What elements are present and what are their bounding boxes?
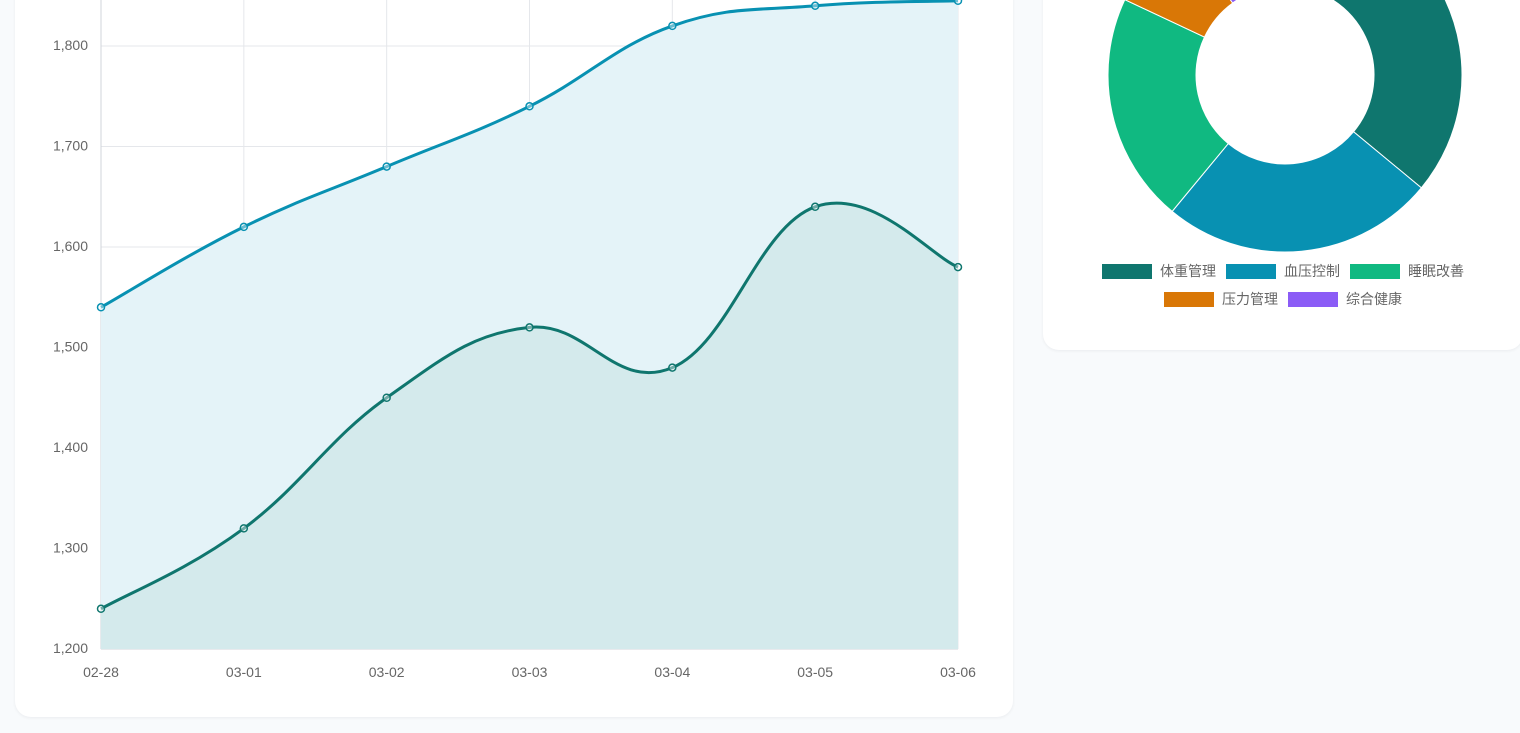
y-tick-label: 1,600 [53, 238, 88, 254]
series-cyan-point [96, 303, 106, 312]
y-tick-label: 1,400 [53, 439, 88, 455]
series-cyan-point [382, 162, 391, 171]
legend-label: 综合健康 [1346, 291, 1402, 307]
y-tick-label: 1,200 [53, 640, 88, 656]
donut-legend-row-2: 压力管理 综合健康 [1043, 290, 1520, 308]
series-teal-point [953, 262, 963, 272]
legend-swatch [1102, 263, 1152, 279]
legend-item[interactable]: 睡眠改善 [1350, 262, 1464, 280]
legend-swatch [1288, 291, 1338, 307]
x-tick-label: 02-28 [83, 664, 119, 680]
x-tick-label: 03-02 [369, 664, 405, 680]
donut-chart [1107, 0, 1463, 253]
legend-swatch [1164, 291, 1214, 307]
series-cyan-point [953, 0, 963, 6]
line-chart: 1,200 1,300 1,400 1,500 1,600 1,700 1,800 02-28… [53, 0, 976, 680]
x-tick-label: 03-04 [654, 664, 690, 680]
series-cyan-point [810, 1, 820, 11]
legend-label: 睡眠改善 [1408, 263, 1464, 279]
legend-item[interactable]: 综合健康 [1288, 290, 1402, 308]
y-tick-label: 1,700 [53, 138, 88, 154]
legend-item[interactable]: 血压控制 [1226, 262, 1340, 280]
series-teal-point [382, 393, 391, 402]
series-teal-point [525, 323, 534, 332]
legend-label: 体重管理 [1160, 263, 1216, 279]
legend-item[interactable]: 体重管理 [1102, 262, 1216, 280]
legend-item[interactable]: 压力管理 [1164, 290, 1278, 308]
x-tick-label: 03-03 [512, 664, 548, 680]
legend-label: 血压控制 [1284, 263, 1340, 279]
series-teal-point [96, 604, 106, 614]
y-tick-label: 1,300 [53, 540, 88, 556]
x-tick-label: 03-06 [940, 664, 976, 680]
series-cyan-point [239, 222, 249, 232]
legend-swatch [1350, 263, 1400, 279]
series-cyan-point [525, 102, 534, 111]
x-tick-label: 03-05 [797, 664, 833, 680]
y-tick-label: 1,800 [53, 37, 88, 53]
series-teal-point [668, 363, 677, 372]
series-teal-point [239, 524, 249, 533]
legend-swatch [1226, 263, 1276, 279]
y-tick-label: 1,500 [53, 339, 88, 355]
series-cyan-point [668, 21, 677, 31]
donut-legend-row-1: 体重管理 血压控制 睡眠改善 [1043, 262, 1520, 280]
x-tick-label: 03-01 [226, 664, 262, 680]
series-teal-point [810, 202, 820, 212]
legend-label: 压力管理 [1222, 291, 1278, 307]
